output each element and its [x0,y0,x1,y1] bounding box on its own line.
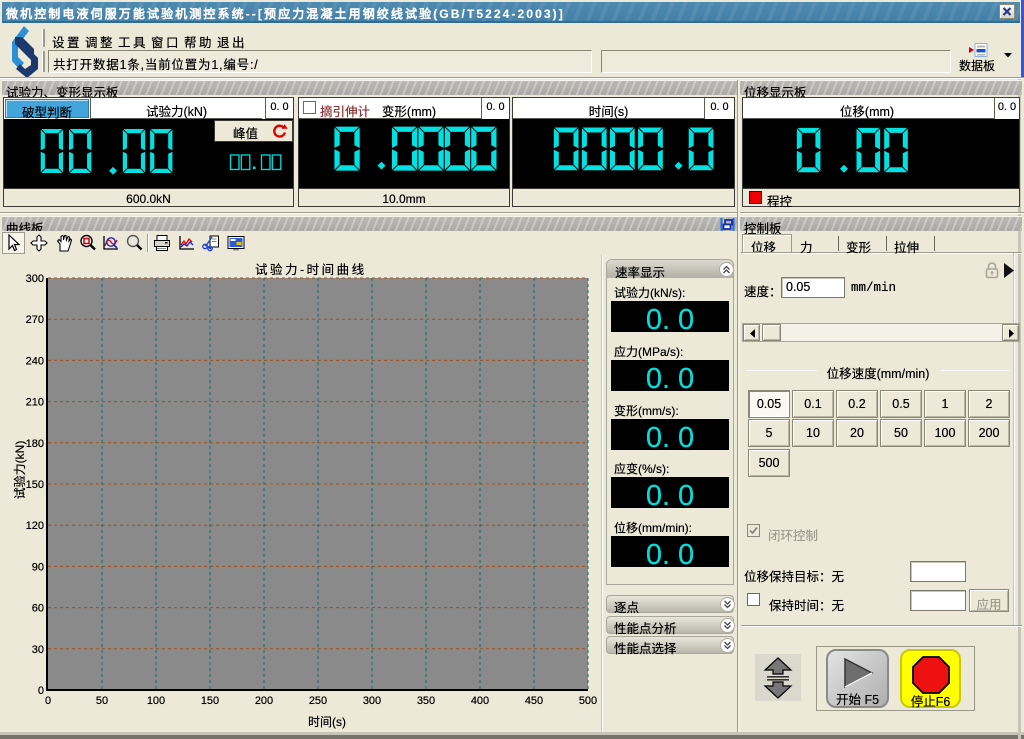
svg-text:30: 30 [32,644,44,656]
svg-text:0: 0 [38,685,44,697]
svg-text:300: 300 [26,273,44,285]
svg-text:240: 240 [26,355,44,367]
svg-text:200: 200 [255,695,273,707]
svg-text:210: 210 [26,397,44,409]
svg-text:0: 0 [45,695,51,707]
svg-text:150: 150 [201,695,219,707]
svg-text:50: 50 [96,695,108,707]
svg-text:时间(s): 时间(s) [308,715,346,729]
svg-text:450: 450 [525,695,543,707]
svg-text:270: 270 [26,314,44,326]
svg-text:400: 400 [471,695,489,707]
svg-text:350: 350 [417,695,435,707]
svg-text:120: 120 [26,520,44,532]
svg-text:60: 60 [32,603,44,615]
svg-text:300: 300 [363,695,381,707]
svg-text:试验力(kN): 试验力(kN) [12,441,27,500]
svg-text:250: 250 [309,695,327,707]
svg-text:150: 150 [26,479,44,491]
svg-text:90: 90 [32,561,44,573]
svg-text:100: 100 [147,695,165,707]
svg-text:500: 500 [579,695,597,707]
svg-text:180: 180 [26,438,44,450]
